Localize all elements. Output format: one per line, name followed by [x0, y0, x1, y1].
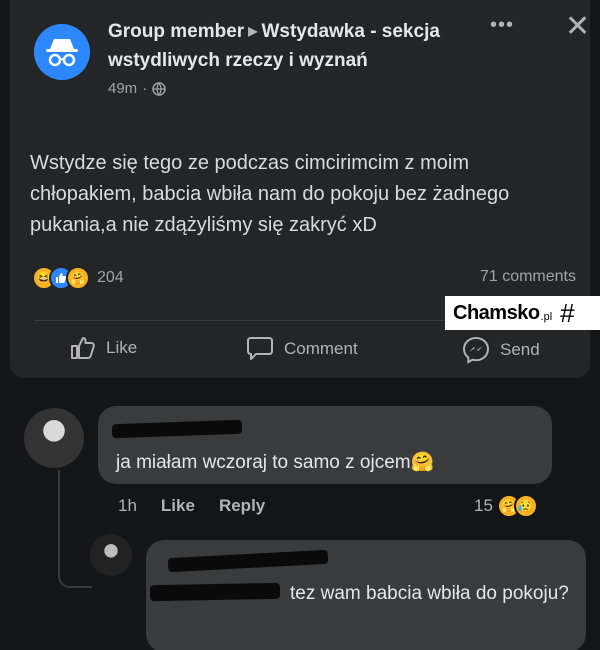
comment-button[interactable]: Comment	[246, 336, 358, 362]
meta-separator: ·	[142, 80, 148, 97]
send-label: Send	[500, 340, 540, 359]
like-button[interactable]: Like	[70, 336, 137, 360]
reactions-summary[interactable]: 😆 🤗 204	[32, 266, 124, 290]
action-divider	[34, 320, 454, 321]
comment-count[interactable]: 71 comments	[480, 268, 576, 286]
globe-icon	[152, 81, 166, 96]
chamsko-watermark: Chamsko .pl #	[445, 296, 600, 330]
send-button[interactable]: Send	[462, 336, 540, 364]
care-emoji-icon: 🤗	[66, 266, 90, 290]
post-header: Group member ▶ Wstydawka - sekcja wstydliw…	[108, 18, 468, 97]
close-icon[interactable]: ✕	[565, 12, 590, 42]
incognito-icon	[46, 39, 78, 67]
watermark-suffix: .pl	[540, 311, 553, 323]
more-options-icon[interactable]: •••	[490, 14, 514, 37]
thread-line	[58, 470, 60, 570]
watermark-symbol: #	[560, 297, 575, 328]
thumbs-up-icon	[71, 337, 95, 359]
redacted-name	[167, 549, 329, 573]
reply-connector	[58, 568, 92, 588]
post-text: Wstydze się tego ze podczas cimcirimcim …	[30, 152, 510, 236]
comment-time[interactable]: 1h	[118, 496, 137, 516]
comment-reactions[interactable]: 15 🤗 😥	[474, 494, 538, 518]
post-time[interactable]: 49m	[108, 80, 137, 97]
post-meta: 49m ·	[108, 80, 468, 97]
comment-reply-button[interactable]: Reply	[219, 496, 265, 516]
author-name[interactable]: Group member	[108, 21, 244, 42]
comment-like-button[interactable]: Like	[161, 496, 195, 516]
comment-meta: 1h Like Reply	[118, 496, 265, 516]
reply-avatar[interactable]	[90, 534, 132, 576]
commenter-avatar[interactable]	[24, 408, 84, 468]
comment-reaction-count: 15	[474, 496, 493, 515]
post-author-line: Group member ▶ Wstydawka - sekcja wstydliw…	[108, 18, 468, 74]
speech-bubble-icon	[247, 337, 273, 360]
anonymous-member-avatar[interactable]	[34, 24, 90, 80]
comment-text: ja miałam wczoraj to samo z ojcem🤗	[116, 452, 435, 473]
reaction-count: 204	[97, 269, 124, 286]
comment-label: Comment	[284, 339, 358, 358]
redacted-name	[111, 419, 243, 439]
reply-text: tez wam babcia wbiła do pokoju?	[290, 583, 569, 604]
like-label: Like	[106, 338, 138, 357]
sad-emoji-icon: 😥	[513, 494, 538, 518]
watermark-brand: Chamsko	[453, 301, 540, 324]
messenger-icon	[462, 336, 490, 364]
arrow-right-icon: ▶	[248, 24, 258, 38]
